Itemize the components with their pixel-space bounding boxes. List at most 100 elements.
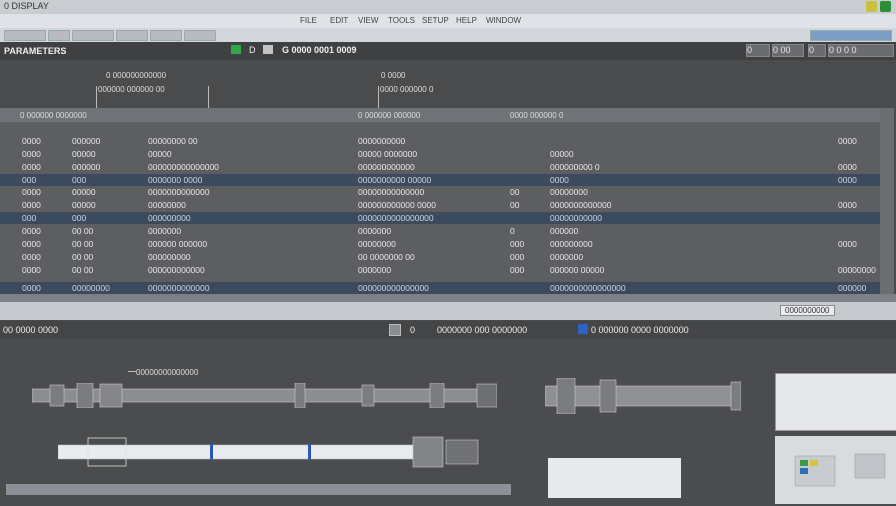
table-row[interactable]: 0000 000000 00000000 00 0000000000 0000 bbox=[0, 135, 880, 147]
table-cell: 00000000 bbox=[72, 283, 110, 293]
table-cell: 0000 bbox=[22, 187, 41, 197]
menu-item-tools[interactable]: TOOLS bbox=[388, 16, 415, 25]
table-cell: 000000 00000 bbox=[550, 265, 605, 275]
toolbar-button[interactable] bbox=[184, 30, 216, 41]
table-cell: 000000000 bbox=[148, 252, 191, 262]
table-cell: 00000000 bbox=[550, 187, 588, 197]
table-cell: 0000 bbox=[838, 175, 857, 185]
table-cell: 000000 bbox=[72, 162, 101, 172]
menu-item-file[interactable]: FILE bbox=[300, 16, 317, 25]
table-cell: 0000000 bbox=[148, 226, 182, 236]
table-cell: 0000000 bbox=[358, 265, 392, 275]
panel-button[interactable]: 0 00 bbox=[772, 44, 804, 57]
table-cell: 0000 bbox=[22, 136, 41, 146]
toolbar-button[interactable] bbox=[4, 30, 46, 41]
table-cell: 00 0000000 00 bbox=[358, 252, 415, 262]
panel-center-label: G 0000 0001 0009 bbox=[282, 45, 357, 55]
table-cell: 0000000000000000 bbox=[358, 213, 434, 223]
toolbar-button[interactable] bbox=[116, 30, 148, 41]
table-cell: 0000000000000 bbox=[550, 200, 612, 210]
table-cell: 000000 bbox=[72, 136, 101, 146]
preview-panel[interactable] bbox=[775, 436, 896, 504]
status-green-icon[interactable] bbox=[231, 45, 241, 54]
table-cell: 0000 bbox=[838, 200, 857, 210]
panel-button[interactable]: 0 bbox=[746, 44, 770, 57]
toolbar-button[interactable] bbox=[48, 30, 70, 41]
table-cell: 0000000000000 bbox=[148, 283, 210, 293]
table-cell: 00 00 bbox=[72, 265, 94, 275]
table-row[interactable]: 0000 00 00 000000000 00 0000000 00 000 000000… bbox=[0, 251, 880, 263]
table-row[interactable]: 0000 00 00 000000000000 0000000 000 000000 00… bbox=[0, 264, 880, 276]
horizontal-scrollbar[interactable] bbox=[6, 484, 511, 495]
table-row[interactable]: 0000 00 00 000000 000000 00000000 000 0000000… bbox=[0, 238, 880, 250]
table-row[interactable]: 0000000000000000000000000000000000000000… bbox=[0, 186, 880, 198]
maximize-icon[interactable] bbox=[880, 1, 891, 12]
table-row[interactable]: 0000 00 00 0000000 0000000 0 000000 bbox=[0, 225, 880, 237]
title-bar: 0 DISPLAY bbox=[0, 0, 896, 14]
table-cell: 000000000000 bbox=[148, 265, 205, 275]
menu-item-view[interactable]: VIEW bbox=[358, 16, 378, 25]
table-cell: 00 bbox=[510, 200, 520, 210]
preview-thumbnail bbox=[794, 453, 886, 487]
viewer-title: 00 0000 0000 bbox=[3, 325, 59, 335]
table-row[interactable]: 0000000000000000000000000000000000000000… bbox=[0, 212, 880, 224]
toolbar-button[interactable] bbox=[150, 30, 182, 41]
table-cell: 0000 bbox=[22, 162, 41, 172]
table-row[interactable]: 0000 00000 00000 00000 0000000 00000 bbox=[0, 148, 880, 160]
table-cell: 000 bbox=[22, 213, 37, 223]
table-cell: 0000 bbox=[22, 200, 41, 210]
callout-label: 0000 000000 0 bbox=[380, 85, 434, 94]
panel-toggle-label: D bbox=[249, 45, 256, 55]
table-cell: 000000 000000 bbox=[148, 239, 208, 249]
table-cell: 00000000000000 bbox=[358, 187, 425, 197]
table-row[interactable]: 0000 00000 00000000 000000000000 0000 00 0000… bbox=[0, 199, 880, 211]
detail-panel[interactable] bbox=[548, 458, 681, 498]
shaft-drawing-2[interactable] bbox=[58, 432, 486, 470]
table-cell: 000 bbox=[510, 265, 525, 275]
table-cell: 0000000000000000 bbox=[550, 283, 626, 293]
toolbar-button-highlight[interactable] bbox=[810, 30, 892, 41]
table-row[interactable]: 0000000000000000000000000000000000000000… bbox=[0, 161, 880, 173]
panel-button[interactable]: 0 bbox=[808, 44, 826, 57]
drawing-canvas[interactable] bbox=[0, 340, 896, 504]
preview-panel[interactable] bbox=[775, 373, 896, 431]
status-bar: 0000000000 bbox=[0, 302, 896, 320]
callout-label: 000000 000000 00 bbox=[98, 85, 165, 94]
table-cell: 00000000 bbox=[148, 200, 186, 210]
viewer-label: 0 bbox=[410, 325, 416, 335]
shaft-drawing-3[interactable] bbox=[545, 378, 741, 414]
column-header[interactable]: 0000 000000 0 bbox=[510, 111, 563, 120]
callout-leader-line bbox=[378, 86, 379, 108]
view-icon[interactable] bbox=[389, 324, 401, 336]
table-cell: 000000000000 bbox=[358, 162, 415, 172]
column-header[interactable]: 0 000000 000000 bbox=[358, 111, 420, 120]
table-cell: 0000 bbox=[22, 226, 41, 236]
shaft-drawing-1[interactable] bbox=[32, 383, 497, 408]
menu-item-edit[interactable]: EDIT bbox=[330, 16, 348, 25]
table-cell: 00000000 bbox=[358, 239, 396, 249]
callout-label: 0 0000 bbox=[381, 71, 406, 80]
status-gray-icon[interactable] bbox=[263, 45, 273, 54]
panel-button[interactable]: 0 0 0 0 bbox=[828, 44, 894, 57]
table-row[interactable]: 000 000 0000000 0000 0000000000 00000 0000 00… bbox=[0, 174, 880, 186]
menu-item-help[interactable]: HELP bbox=[456, 16, 477, 25]
minimize-icon[interactable] bbox=[866, 1, 877, 12]
table-cell: 000 bbox=[22, 175, 37, 185]
table-cell: 0000 bbox=[22, 283, 41, 293]
menu-item-window[interactable]: WINDOW bbox=[486, 16, 521, 25]
table-cell: 00000000 00 bbox=[148, 136, 198, 146]
table-cell: 000000 bbox=[838, 283, 867, 293]
table-scrollbar[interactable] bbox=[880, 108, 894, 294]
table-cell: 0000 bbox=[22, 265, 41, 275]
column-header[interactable]: 0 000000 0000000 bbox=[20, 111, 87, 120]
blue-layer-icon[interactable] bbox=[578, 324, 588, 334]
status-field[interactable]: 0000000000 bbox=[780, 305, 835, 316]
table-cell: 0000 bbox=[838, 162, 857, 172]
table-cell: 000000000 bbox=[148, 213, 191, 223]
table-cell: 00000 bbox=[72, 187, 96, 197]
table-row[interactable]: 0000000000000000000000000000000000000000… bbox=[0, 282, 880, 294]
table-cell: 00000000 bbox=[838, 265, 876, 275]
table-cell: 000 bbox=[510, 252, 525, 262]
toolbar-button[interactable] bbox=[72, 30, 114, 41]
menu-item-setup[interactable]: SETUP bbox=[422, 16, 449, 25]
